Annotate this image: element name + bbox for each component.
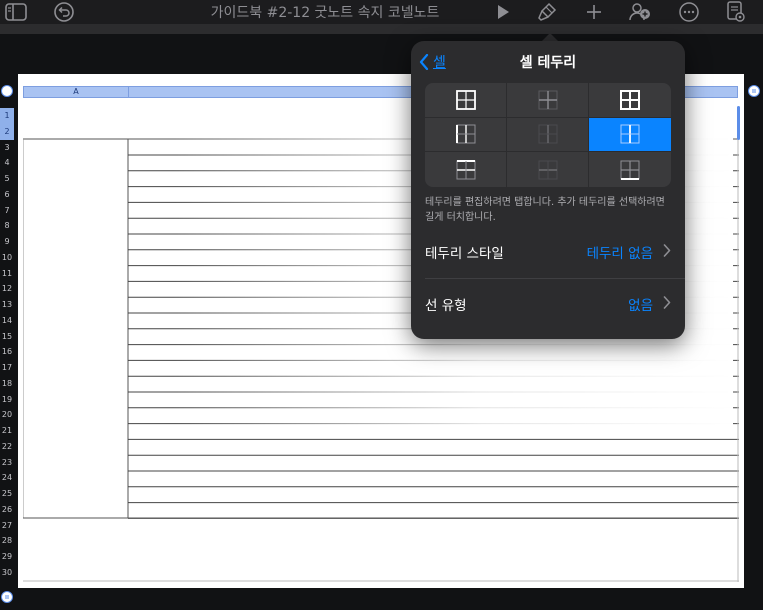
undo-icon[interactable]: [52, 0, 76, 24]
document-options-icon[interactable]: [724, 0, 748, 24]
border-option-horizontal-light[interactable]: [507, 152, 589, 187]
column-header-a[interactable]: A: [24, 87, 129, 97]
column-resize-handle[interactable]: [748, 85, 760, 97]
border-option-vertical-light[interactable]: [507, 117, 589, 153]
border-inner-icon: [538, 90, 557, 110]
document-title[interactable]: 가이드북 #2-12 굿노트 속지 코넬노트: [170, 2, 480, 21]
border-style-value: 테두리 없음: [586, 246, 653, 262]
border-option-bottom-inner[interactable]: [589, 152, 671, 187]
border-left-inner-icon: [455, 124, 475, 144]
border-option-vertical-inner[interactable]: [589, 117, 671, 153]
sidebar-icon[interactable]: [4, 0, 28, 24]
paintbrush-icon[interactable]: [535, 0, 559, 24]
border-option-all[interactable]: [425, 83, 507, 118]
row-header[interactable]: 22: [0, 439, 14, 455]
row-header[interactable]: 8: [0, 218, 14, 234]
border-bottom-inner-icon: [620, 160, 640, 180]
row-header[interactable]: 19: [0, 392, 14, 408]
row-header[interactable]: 29: [0, 549, 14, 565]
back-button-label: 셀: [433, 55, 446, 71]
border-option-inner[interactable]: [507, 83, 589, 118]
line-type-value: 없음: [628, 298, 653, 314]
row-header[interactable]: 3: [0, 140, 14, 156]
chevron-left-icon: [419, 54, 429, 70]
row-header[interactable]: 26: [0, 502, 14, 518]
row-header[interactable]: 23: [0, 455, 14, 471]
vertical-scroll-indicator[interactable]: [737, 106, 740, 140]
row-resize-handle[interactable]: [1, 591, 13, 603]
row-header[interactable]: 27: [0, 518, 14, 534]
row-header[interactable]: 24: [0, 470, 14, 486]
row-header[interactable]: 9: [0, 234, 14, 250]
row-header[interactable]: 25: [0, 486, 14, 502]
border-all-icon: [455, 89, 476, 110]
row-headers[interactable]: 1 2 3 4 5 6 7 8 9 10 11 12 13 14 15 16 17 18 19 20 21 22 23 24 2…: [0, 108, 14, 580]
popover-divider: [425, 278, 685, 279]
row-header[interactable]: 10: [0, 250, 14, 266]
row-header[interactable]: 1: [0, 108, 14, 124]
line-type-label: 선 유형: [425, 298, 467, 314]
border-options-grid: [425, 83, 671, 187]
toolbar-divider-band: [0, 24, 763, 34]
row-header[interactable]: 12: [0, 281, 14, 297]
border-vertical-inner-icon: [620, 124, 640, 144]
border-option-left-inner[interactable]: [425, 117, 507, 153]
border-vertical-light-icon: [538, 124, 557, 144]
border-style-row[interactable]: 테두리 스타일 테두리 없음: [425, 232, 671, 272]
row-header[interactable]: 5: [0, 171, 14, 187]
border-horizontal-light-icon: [538, 160, 557, 180]
collaborate-icon[interactable]: [627, 0, 653, 24]
row-header[interactable]: 17: [0, 360, 14, 376]
border-style-label: 테두리 스타일: [425, 246, 504, 262]
border-option-top-bottom[interactable]: [425, 152, 507, 187]
popover-title: 셀 테두리: [519, 55, 577, 71]
play-icon[interactable]: [492, 0, 514, 24]
border-outer-inner-icon: [620, 89, 640, 110]
row-header[interactable]: 28: [0, 533, 14, 549]
row-header[interactable]: 30: [0, 565, 14, 581]
row-header[interactable]: 11: [0, 266, 14, 282]
plus-icon[interactable]: [583, 0, 605, 24]
row-header[interactable]: 18: [0, 376, 14, 392]
border-help-text: 테두리를 편집하려면 탭합니다. 추가 테두리를 선택하려면 길게 터치합니다.: [425, 197, 665, 223]
cell-border-popover: 셀 셀 테두리 테두리를 편집하려면 탭합니다. 추가 테두리를 선택하려면 길…: [411, 41, 685, 339]
line-type-row[interactable]: 선 유형 없음: [425, 284, 671, 324]
border-top-bottom-icon: [456, 159, 475, 180]
more-icon[interactable]: [677, 0, 701, 24]
row-header[interactable]: 20: [0, 407, 14, 423]
row-header[interactable]: 13: [0, 297, 14, 313]
row-header[interactable]: 14: [0, 313, 14, 329]
row-header[interactable]: 21: [0, 423, 14, 439]
row-header[interactable]: 15: [0, 329, 14, 345]
chevron-right-icon: [663, 243, 671, 261]
chevron-right-icon: [663, 295, 671, 313]
row-header[interactable]: 7: [0, 203, 14, 219]
row-header[interactable]: 16: [0, 344, 14, 360]
row-header[interactable]: 2: [0, 123, 14, 140]
table-select-handle[interactable]: [1, 85, 13, 97]
border-option-outer-inner[interactable]: [589, 83, 671, 118]
top-toolbar: 가이드북 #2-12 굿노트 속지 코넬노트: [0, 0, 763, 24]
back-button[interactable]: 셀: [419, 51, 446, 73]
row-header[interactable]: 4: [0, 155, 14, 171]
row-header[interactable]: 6: [0, 187, 14, 203]
